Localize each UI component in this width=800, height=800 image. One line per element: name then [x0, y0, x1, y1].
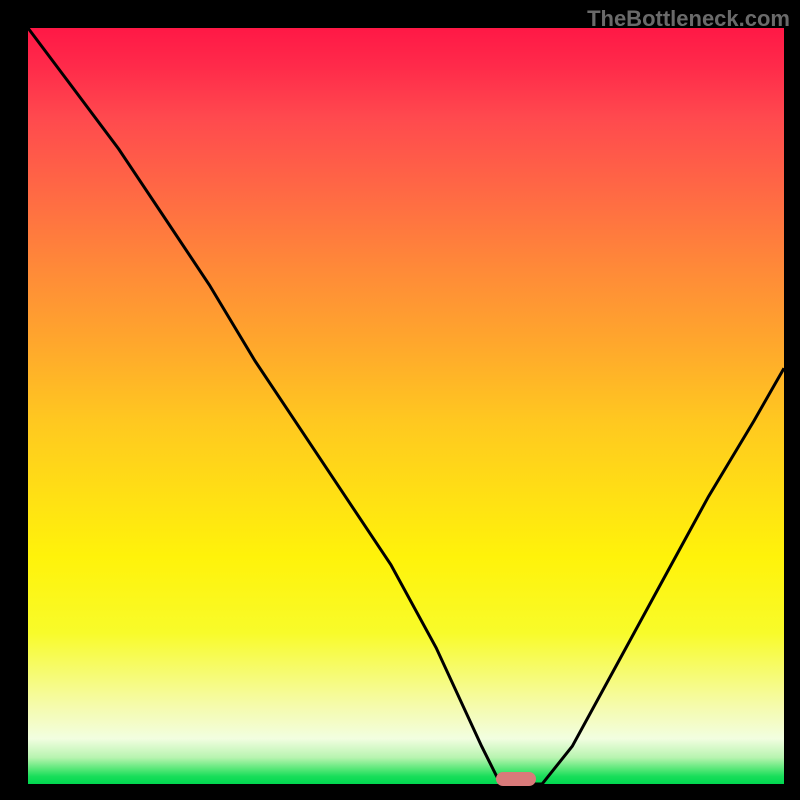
plot-frame: [28, 28, 784, 784]
watermark-label: TheBottleneck.com: [587, 6, 790, 32]
bottleneck-curve: [28, 28, 784, 784]
curve-path: [28, 28, 784, 784]
optimal-zone-marker: [496, 772, 536, 786]
